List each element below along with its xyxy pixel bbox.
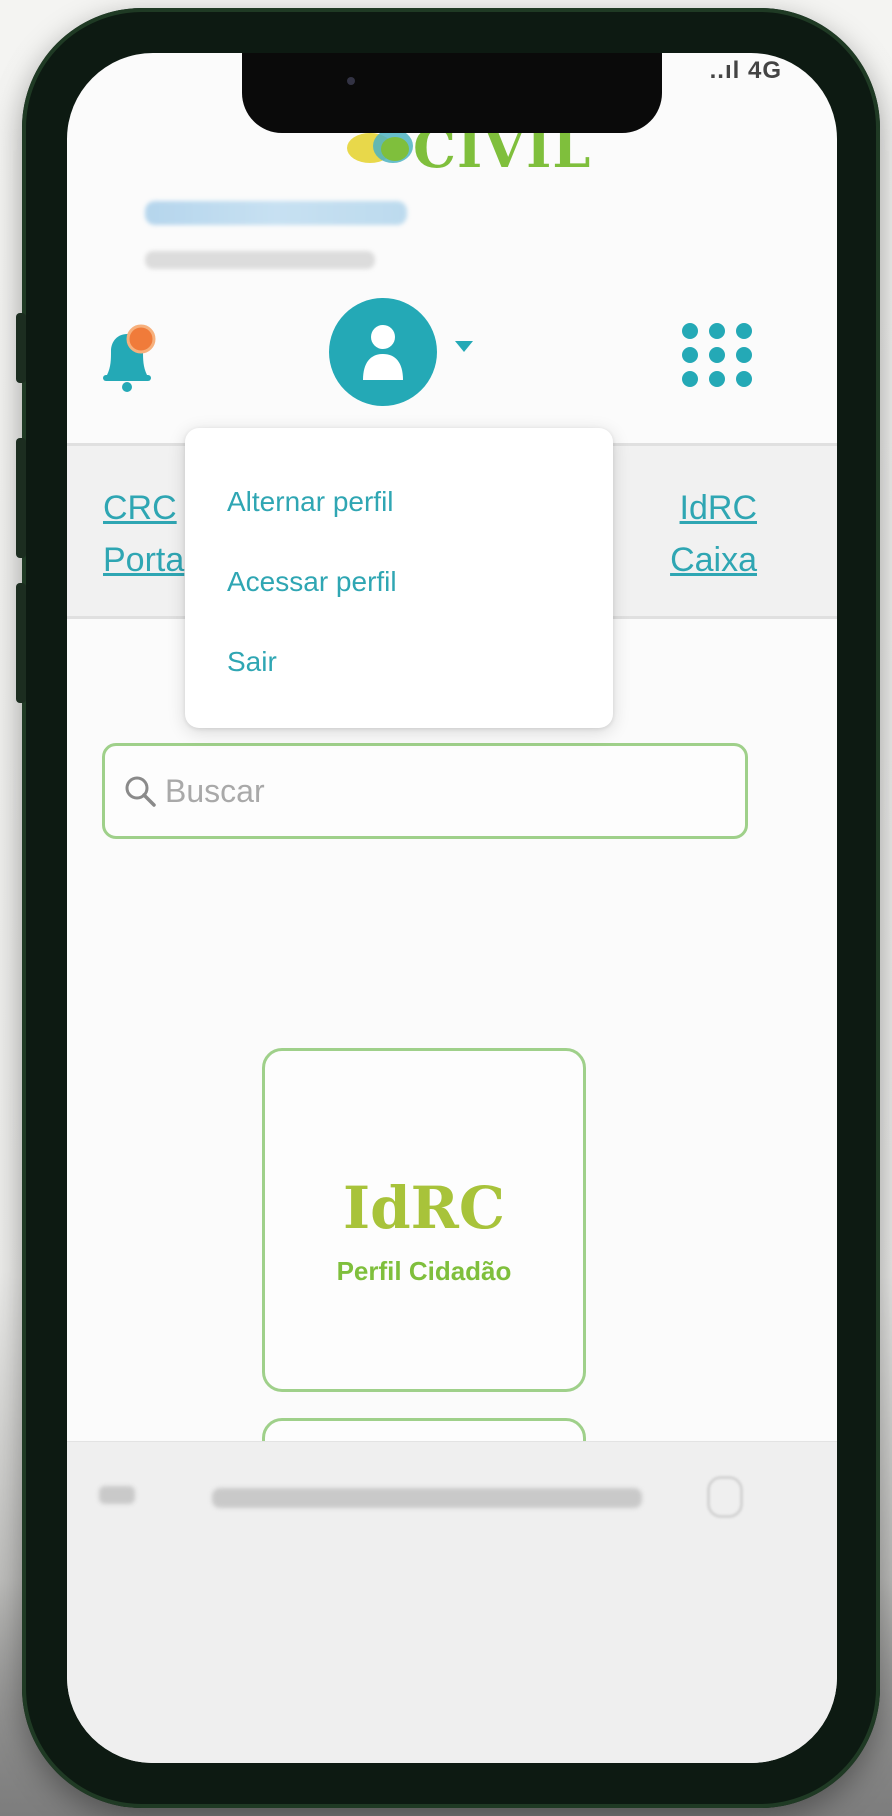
volume-down-button	[16, 583, 26, 703]
profile-dropdown-menu: Alternar perfil Acessar perfil Sair	[185, 428, 613, 728]
status-signal: ..ıl 4G	[709, 57, 782, 84]
menu-item-alternar-perfil[interactable]: Alternar perfil	[227, 486, 394, 518]
search-box[interactable]	[102, 743, 748, 839]
user-avatar-icon	[363, 325, 403, 380]
card-idrc-perfil-cidadao[interactable]: IdRC Perfil Cidadão	[262, 1048, 586, 1392]
link-line: Caixa	[670, 541, 757, 579]
volume-up-button	[16, 438, 26, 558]
bell-icon[interactable]	[97, 323, 157, 393]
apps-grid-icon[interactable]	[682, 323, 752, 393]
notch	[242, 53, 662, 133]
link-line: IdRC	[679, 489, 757, 527]
menu-item-acessar-perfil[interactable]: Acessar perfil	[227, 566, 397, 598]
link-idrc-caixa[interactable]: IdRC Caixa	[617, 482, 757, 586]
mute-switch	[16, 313, 26, 383]
user-avatar-button[interactable]	[329, 298, 437, 406]
user-name-blurred	[145, 201, 407, 225]
user-subtitle-blurred	[145, 251, 375, 269]
url-text-blurred[interactable]	[212, 1488, 642, 1508]
link-line: Porta	[103, 541, 185, 579]
app-screen: ..ıl 4G CIVIL CRC Porta IdRC Caixa Alter…	[67, 53, 837, 1763]
search-icon	[125, 776, 156, 807]
menu-item-sair[interactable]: Sair	[227, 646, 277, 678]
card-subtitle: Perfil Cidadão	[336, 1255, 512, 1286]
aa-text-icon[interactable]	[99, 1486, 135, 1504]
link-crc-portal[interactable]: CRC Porta	[103, 482, 184, 586]
phone-frame: ..ıl 4G CIVIL CRC Porta IdRC Caixa Alter…	[16, 8, 880, 1808]
card-title: IdRC	[342, 1173, 506, 1242]
browser-url-bar[interactable]	[67, 1441, 837, 1763]
link-line: CRC	[103, 489, 177, 527]
camera	[347, 77, 355, 85]
search-input[interactable]	[163, 771, 687, 811]
caret-down-icon[interactable]	[455, 341, 473, 352]
reload-icon[interactable]	[707, 1476, 743, 1518]
